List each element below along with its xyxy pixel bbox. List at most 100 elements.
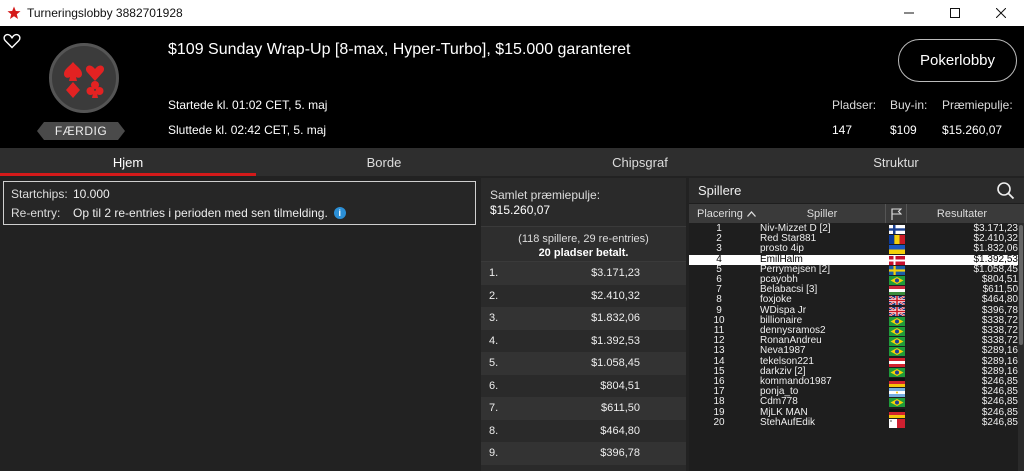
player-row[interactable]: 20 StehAufEdik $246,85 — [689, 416, 1018, 428]
player-row[interactable]: 11 dennysramos2 $338,72 — [689, 326, 1018, 336]
player-result: $289,16 — [981, 345, 1018, 357]
prizepool-label: Præmiepulje: — [942, 98, 1013, 112]
tab-bar: Hjem Borde Chipsgraf Struktur — [0, 148, 1024, 176]
player-row[interactable]: 17 ponja_to $246,85 — [689, 387, 1018, 398]
player-row[interactable]: 16 kommando1987 $246,85 — [689, 377, 1018, 387]
player-row[interactable]: 2 Red Star881 $2.410,32 — [689, 234, 1018, 245]
seats-value: 147 — [832, 123, 853, 137]
search-icon[interactable] — [996, 181, 1015, 200]
denmark-flag-icon — [889, 255, 905, 265]
hungary-flag-icon — [889, 286, 905, 296]
window-title: Turneringslobby 3882701928 — [27, 6, 183, 20]
prize-row: 1. $3.171,23 — [481, 262, 686, 285]
player-name: prosto 4ip — [760, 243, 804, 255]
start-time: Startede kl. 01:02 CET, 5. maj — [168, 98, 328, 112]
player-place: 3 — [716, 243, 722, 255]
info-icon[interactable]: i — [333, 207, 346, 219]
sort-up-icon — [746, 210, 756, 217]
poker-lobby-button[interactable]: Pokerlobby — [898, 39, 1017, 82]
tab-tables[interactable]: Borde — [256, 148, 512, 176]
tournament-logo — [49, 43, 119, 113]
prize-row: 5. $1.058,45 — [481, 352, 686, 375]
prize-place: 3. — [489, 312, 499, 325]
column-country[interactable] — [885, 204, 907, 223]
player-row[interactable]: 4 EmilHalm $1.392,53 — [689, 254, 1018, 265]
prize-amount: $2.410,32 — [591, 289, 640, 302]
prize-place: 2. — [489, 289, 499, 302]
player-row[interactable]: 19 MjLK MAN $246,85 — [689, 407, 1018, 418]
maximize-button[interactable] — [932, 0, 978, 26]
player-name: foxjoke — [760, 294, 792, 306]
card-suits-icon — [64, 62, 105, 98]
paid-places-line: 20 pladser betalt. — [538, 247, 629, 259]
prize-place: 5. — [489, 357, 499, 370]
players-panel: Spillere Placering Spiller Resultater 1N… — [689, 178, 1024, 471]
uk-flag-icon — [889, 306, 905, 316]
uk-flag-icon — [889, 296, 905, 306]
minimize-icon — [904, 12, 914, 14]
brazil-flag-icon — [889, 398, 905, 408]
romania-flag-icon — [889, 235, 905, 245]
players-title: Spillere — [698, 183, 742, 198]
players-column-header: Placering Spiller Resultater — [689, 204, 1024, 223]
prize-place: 4. — [489, 334, 499, 347]
player-result: $246,85 — [981, 416, 1018, 428]
tab-structure[interactable]: Struktur — [768, 148, 1024, 176]
window-titlebar: Turneringslobby 3882701928 — [0, 0, 1024, 26]
column-results[interactable]: Resultater — [907, 204, 1017, 223]
player-row[interactable]: 5 Perrymejsen [2] $1.058,45 — [689, 264, 1018, 275]
brazil-flag-icon — [889, 337, 905, 347]
player-row[interactable]: 6 pcayobh $804,51 — [689, 275, 1018, 285]
player-place: 13 — [713, 345, 725, 357]
player-row[interactable]: 15 darkziv [2] $289,16 — [689, 366, 1018, 377]
player-row[interactable]: 14 tekelson221 $289,16 — [689, 356, 1018, 367]
prize-row: 6. $804,51 — [481, 375, 686, 398]
player-row[interactable]: 7 Belabacsi [3] $611,50 — [689, 285, 1018, 296]
prize-row: 7. $611,50 — [481, 397, 686, 420]
player-row[interactable]: 13 Neva1987 $289,16 — [689, 345, 1018, 357]
column-player[interactable]: Spiller — [759, 204, 885, 223]
player-row[interactable]: 8 foxjoke $464,80 — [689, 294, 1018, 306]
flag-icon — [890, 207, 902, 220]
close-button[interactable] — [978, 0, 1024, 26]
tab-chip-graph[interactable]: Chipsgraf — [512, 148, 768, 176]
players-entries-line: (118 spillere, 29 re-entries) — [518, 233, 649, 245]
player-place: 8 — [716, 294, 722, 306]
player-result: $246,85 — [981, 396, 1018, 408]
prize-row: 2. $2.410,32 — [481, 285, 686, 308]
prize-amount: $464,80 — [600, 424, 640, 437]
prize-place: 1. — [489, 267, 499, 280]
seats-label: Pladser: — [832, 98, 877, 112]
prizepool-value: $15.260,07 — [942, 123, 1003, 137]
player-place: 20 — [713, 416, 725, 428]
tournament-name: $109 Sunday Wrap-Up [8-max, Hyper-Turbo]… — [168, 41, 631, 58]
minimize-button[interactable] — [886, 0, 932, 26]
scrollbar-thumb[interactable] — [1019, 225, 1023, 345]
player-row[interactable]: 12 RonanAndreu $338,72 — [689, 336, 1018, 347]
malta-flag-icon — [889, 418, 905, 428]
prize-pool-panel: Samlet præmiepulje: $15.260,07 (118 spil… — [481, 178, 686, 471]
players-scrollbar[interactable] — [1018, 223, 1024, 471]
ukraine-flag-icon — [889, 245, 905, 255]
brazil-flag-icon — [889, 276, 905, 285]
player-row[interactable]: 3 prosto 4ip $1.832,06 — [689, 243, 1018, 255]
prize-place: 9. — [489, 447, 499, 460]
germany-flag-icon — [889, 378, 905, 387]
buyin-value: $109 — [890, 123, 917, 137]
prize-row: 3. $1.832,06 — [481, 307, 686, 330]
player-row[interactable]: 9 WDispa Jr $396,78 — [689, 305, 1018, 316]
player-row[interactable]: 1 Niv-Mizzet D [2] $3.171,23 — [689, 224, 1018, 234]
reentry-value: Op til 2 re-entries i perioden med sen t… — [73, 206, 328, 220]
buyin-label: Buy-in: — [890, 98, 928, 112]
pokerstars-app-icon — [7, 6, 21, 19]
player-place: 18 — [713, 396, 725, 408]
favorite-heart-icon[interactable] — [3, 32, 21, 50]
player-row[interactable]: 10 billionaire $338,72 — [689, 315, 1018, 326]
player-row[interactable]: 18 Cdm778 $246,85 — [689, 396, 1018, 408]
brazil-flag-icon — [889, 347, 905, 357]
column-place[interactable]: Placering — [689, 204, 759, 223]
prize-pool-title: Samlet præmiepulje: — [490, 188, 601, 202]
prize-amount: $3.171,23 — [591, 267, 640, 280]
tab-home[interactable]: Hjem — [0, 148, 256, 176]
status-badge: FÆRDIG — [37, 122, 125, 140]
